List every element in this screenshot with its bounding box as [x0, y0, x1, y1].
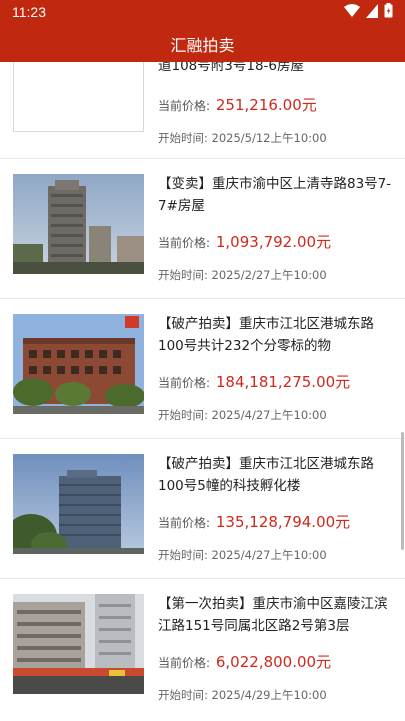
wifi-icon — [344, 3, 360, 17]
list-item[interactable]: 道108号附3号18-6房屋 当前价格: 251,216.00元 开始时间: 2… — [0, 62, 405, 159]
price-value: 6,022,800.00元 — [215, 653, 332, 671]
start-label: 开始时间: — [158, 688, 208, 702]
start-value: 2025/2/27上午10:00 — [211, 268, 327, 282]
price-value: 135,128,794.00元 — [215, 513, 351, 531]
scrollbar[interactable] — [401, 432, 404, 550]
property-thumbnail — [13, 454, 144, 554]
start-row: 开始时间: 2025/4/27上午10:00 — [158, 407, 327, 423]
start-row: 开始时间: 2025/2/27上午10:00 — [158, 267, 327, 283]
start-value: 2025/4/29上午10:00 — [211, 688, 327, 702]
page-title: 汇融拍卖 — [170, 38, 235, 55]
start-label: 开始时间: — [158, 548, 208, 562]
signal-icon — [366, 3, 378, 18]
status-icons — [344, 3, 393, 18]
start-label: 开始时间: — [158, 408, 208, 422]
price-label: 当前价格: — [158, 236, 211, 250]
start-label: 开始时间: — [158, 268, 208, 282]
start-label: 开始时间: — [158, 131, 208, 145]
price-row: 当前价格: 135,128,794.00元 — [158, 511, 350, 532]
start-row: 开始时间: 2025/4/29上午10:00 — [158, 687, 327, 703]
start-value: 2025/4/27上午10:00 — [211, 408, 327, 422]
start-row: 开始时间: 2025/5/12上午10:00 — [158, 130, 327, 146]
start-value: 2025/4/27上午10:00 — [211, 548, 327, 562]
property-thumbnail — [13, 594, 144, 694]
price-label: 当前价格: — [158, 656, 211, 670]
price-label: 当前价格: — [158, 376, 211, 390]
item-title: 【破产拍卖】重庆市江北区港城东路100号5幢的科技孵化楼 — [158, 456, 374, 494]
price-value: 184,181,275.00元 — [215, 373, 351, 391]
item-title: 【破产拍卖】重庆市江北区港城东路100号共计232个分零标的物 — [158, 316, 374, 354]
item-title: 【变卖】重庆市渝中区上清寺路83号7-7#房屋 — [158, 176, 392, 214]
status-bar: 11:23 — [0, 0, 405, 24]
price-row: 当前价格: 6,022,800.00元 — [158, 651, 331, 672]
property-thumbnail — [13, 174, 144, 274]
battery-icon — [384, 3, 393, 18]
list-item[interactable]: 【破产拍卖】重庆市江北区港城东路100号共计232个分零标的物 当前价格: 18… — [0, 299, 405, 439]
auction-list[interactable]: 道108号附3号18-6房屋 当前价格: 251,216.00元 开始时间: 2… — [0, 62, 405, 721]
status-time: 11:23 — [12, 4, 46, 20]
price-value: 251,216.00元 — [215, 96, 317, 114]
item-title: 道108号附3号18-6房屋 — [158, 62, 304, 74]
property-thumbnail — [13, 314, 144, 414]
price-row: 当前价格: 1,093,792.00元 — [158, 231, 331, 252]
price-value: 1,093,792.00元 — [215, 233, 332, 251]
price-label: 当前价格: — [158, 99, 211, 113]
price-label: 当前价格: — [158, 516, 211, 530]
app-bar: 汇融拍卖 — [0, 24, 405, 62]
price-row: 当前价格: 251,216.00元 — [158, 94, 317, 115]
start-row: 开始时间: 2025/4/27上午10:00 — [158, 547, 327, 563]
list-item[interactable]: 【变卖】重庆市渝中区上清寺路83号7-7#房屋 当前价格: 1,093,792.… — [0, 159, 405, 299]
price-row: 当前价格: 184,181,275.00元 — [158, 371, 350, 392]
item-title: 【第一次拍卖】重庆市渝中区嘉陵江滨江路151号同属北区路2号第3层 — [158, 596, 388, 634]
list-item[interactable]: 【第一次拍卖】重庆市渝中区嘉陵江滨江路151号同属北区路2号第3层 当前价格: … — [0, 579, 405, 721]
start-value: 2025/5/12上午10:00 — [211, 131, 327, 145]
list-item[interactable]: 【破产拍卖】重庆市江北区港城东路100号5幢的科技孵化楼 当前价格: 135,1… — [0, 439, 405, 579]
property-thumbnail — [13, 62, 144, 132]
